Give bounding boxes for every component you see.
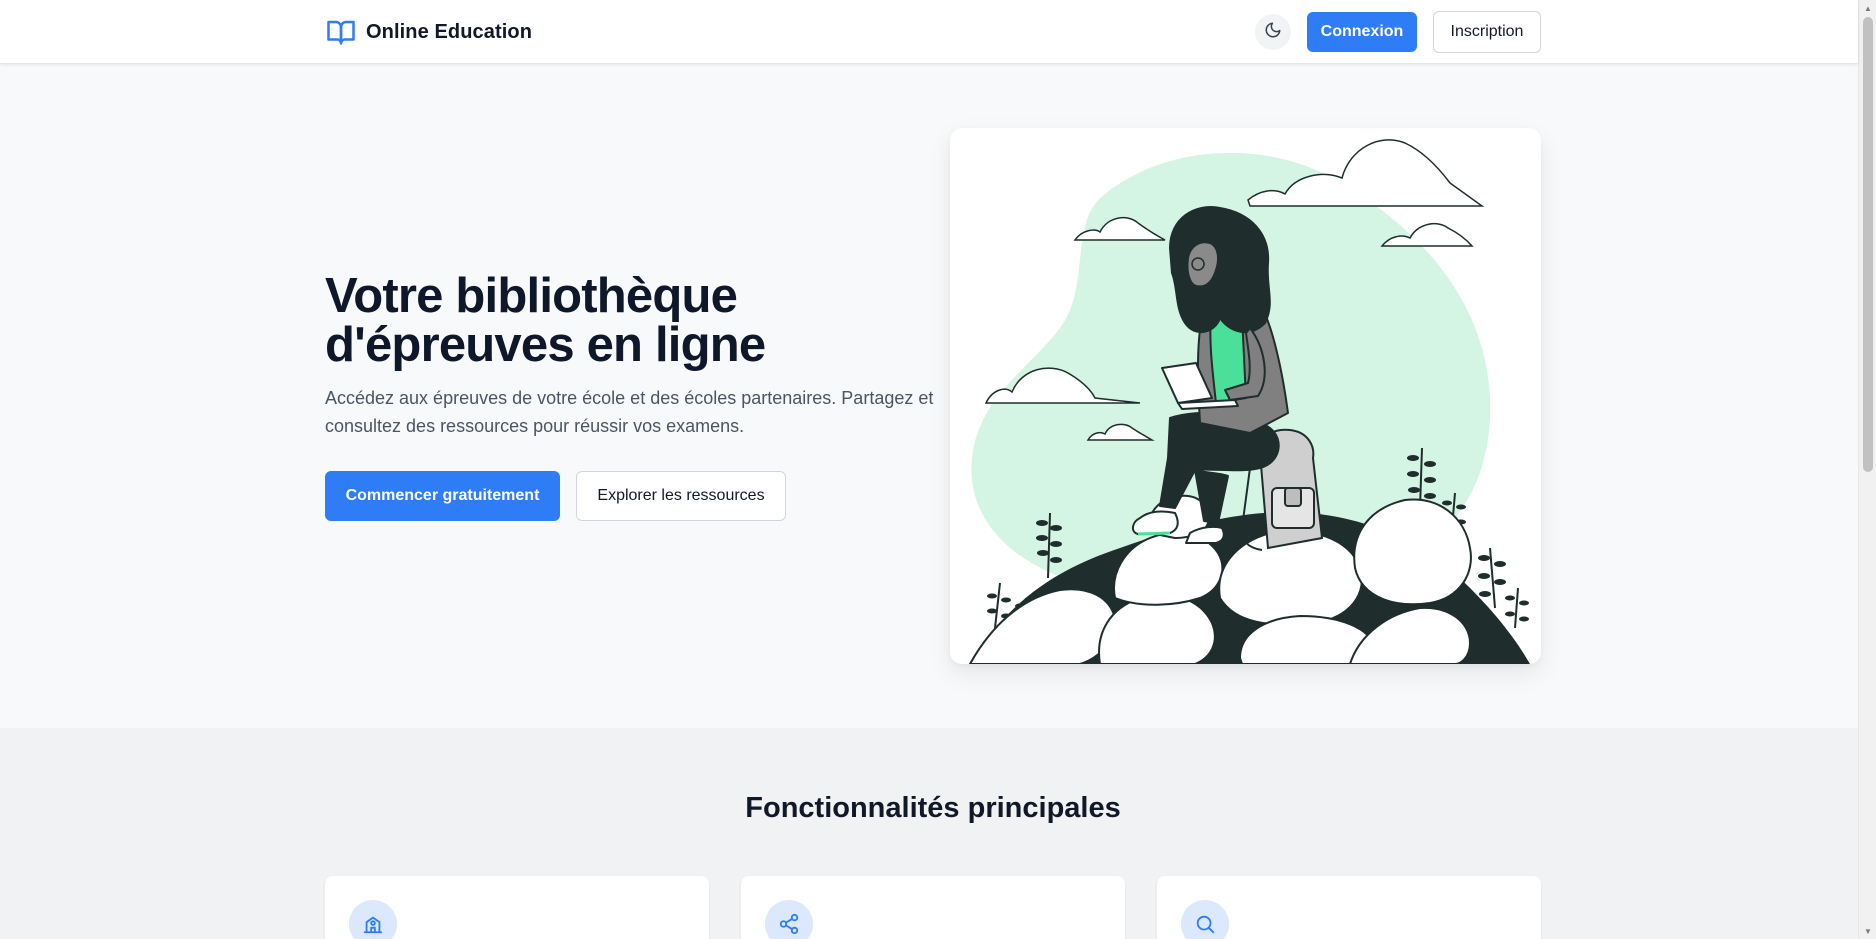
signup-button[interactable]: Inscription bbox=[1433, 11, 1541, 53]
woman-on-rocks-illustration bbox=[968, 139, 1530, 664]
share-icon bbox=[765, 900, 813, 939]
start-free-button[interactable]: Commencer gratuitement bbox=[325, 471, 560, 521]
hero-illustration-card bbox=[950, 128, 1541, 664]
scrollbar-thumb[interactable] bbox=[1863, 17, 1873, 472]
feature-card-school bbox=[325, 876, 709, 939]
hero-title-line-2: d'épreuves en ligne bbox=[325, 318, 766, 372]
features-section: Fonctionnalités principales bbox=[0, 728, 1858, 939]
scroll-down-arrow-icon[interactable]: ▼ bbox=[1863, 926, 1873, 936]
hero-subtitle: Accédez aux épreuves de votre école et d… bbox=[325, 388, 934, 436]
scroll-up-arrow-icon[interactable]: ▲ bbox=[1863, 3, 1873, 13]
feature-card-share bbox=[741, 876, 1125, 939]
search-icon bbox=[1181, 900, 1229, 939]
hero-title: Votre bibliothèque d'épreuves en ligne bbox=[325, 272, 885, 370]
brand-logo-link[interactable]: Online Education bbox=[325, 16, 532, 48]
school-icon bbox=[349, 900, 397, 939]
moon-icon bbox=[1264, 21, 1282, 44]
top-navbar: Online Education Connexion Inscription bbox=[0, 0, 1858, 64]
hero-title-line-1: Votre bibliothèque bbox=[325, 269, 738, 323]
open-book-icon bbox=[325, 16, 357, 48]
brand-name: Online Education bbox=[366, 20, 533, 43]
theme-toggle-button[interactable] bbox=[1255, 14, 1291, 50]
features-title: Fonctionnalités principales bbox=[745, 792, 1121, 824]
explore-resources-button[interactable]: Explorer les ressources bbox=[576, 471, 786, 521]
feature-card-search bbox=[1157, 876, 1541, 939]
login-button[interactable]: Connexion bbox=[1307, 12, 1417, 52]
page-scrollbar[interactable]: ▲ ▼ bbox=[1858, 0, 1876, 939]
